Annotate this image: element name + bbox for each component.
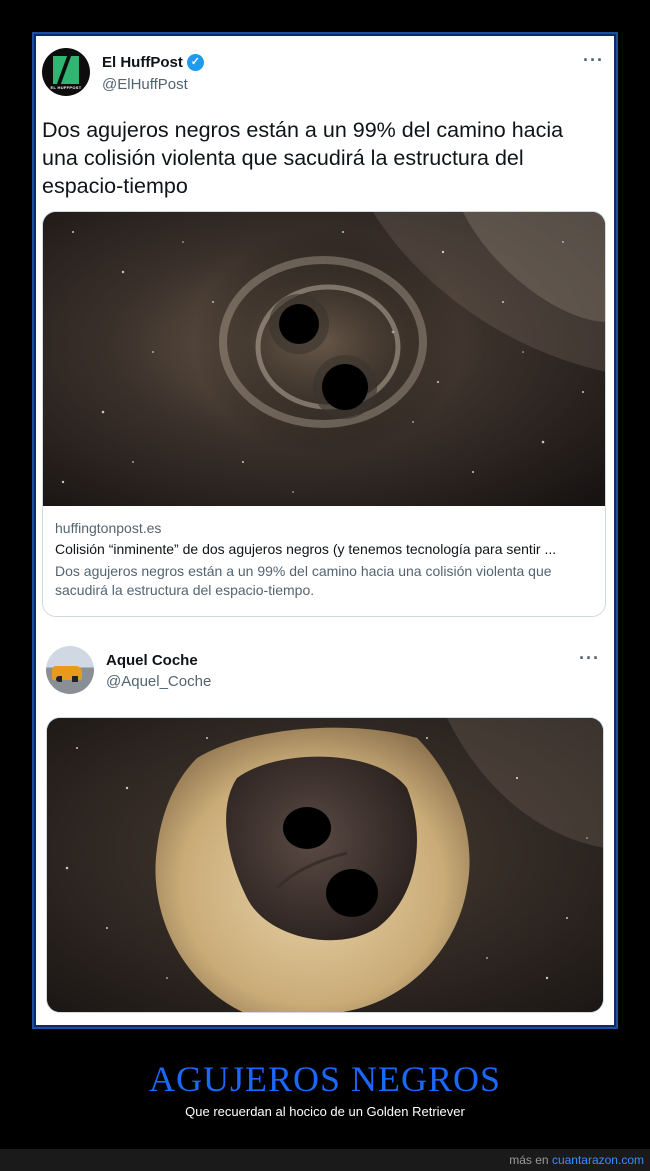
more-options-icon[interactable]: ···: [579, 648, 600, 669]
link-domain: huffingtonpost.es: [55, 520, 162, 536]
tweet-huffpost: EL HUFFPOST El HuffPost ✓ @ElHuffPost ··…: [36, 36, 614, 636]
footer-bar: más en cuantarazon.com: [0, 1149, 650, 1171]
dog-nose-illustration: [47, 718, 603, 1012]
huffpost-avatar[interactable]: EL HUFFPOST: [42, 48, 90, 96]
author-handle[interactable]: @Aquel_Coche: [106, 673, 211, 690]
huffpost-logo-icon: [53, 56, 79, 84]
author-name[interactable]: Aquel Coche: [106, 652, 198, 669]
tweet-text: Dos agujeros negros están a un 99% del c…: [42, 118, 564, 198]
meme-frame: EL HUFFPOST El HuffPost ✓ @ElHuffPost ··…: [32, 32, 618, 1029]
dog-nose-space-image: [47, 718, 603, 1012]
link-title: Colisión “inminente” de dos agujeros neg…: [55, 541, 557, 557]
caption-title: AGUJEROS NEGROS: [148, 1059, 502, 1099]
author-handle[interactable]: @ElHuffPost: [102, 76, 188, 93]
link-preview-card[interactable]: huffingtonpost.es Colisión “inminente” d…: [42, 211, 606, 617]
link-description: Dos agujeros negros están a un 99% del c…: [55, 563, 552, 598]
car-icon: [52, 666, 82, 682]
footer-prefix: más en: [509, 1153, 549, 1167]
black-holes-image: [43, 212, 605, 506]
author-name[interactable]: El HuffPost ✓: [102, 54, 204, 71]
dog-nose-image[interactable]: [46, 717, 604, 1013]
author-name-label: El HuffPost: [102, 54, 183, 71]
black-holes-illustration: [43, 212, 605, 506]
more-options-icon[interactable]: ···: [583, 50, 604, 71]
verified-badge-icon: ✓: [186, 54, 204, 71]
tweets-card: EL HUFFPOST El HuffPost ✓ @ElHuffPost ··…: [36, 36, 614, 1025]
link-meta: huffingtonpost.es Colisión “inminente” d…: [55, 520, 595, 600]
avatar-label: EL HUFFPOST: [50, 85, 82, 90]
tweet-aquel-coche: Aquel Coche @Aquel_Coche ···: [36, 636, 614, 1027]
aquel-coche-avatar[interactable]: [46, 646, 94, 694]
caption-subtitle: Que recuerdan al hocico de un Golden Ret…: [185, 1104, 465, 1119]
footer-text: más en cuantarazon.com: [509, 1153, 644, 1167]
footer-site-link[interactable]: cuantarazon.com: [552, 1153, 644, 1167]
